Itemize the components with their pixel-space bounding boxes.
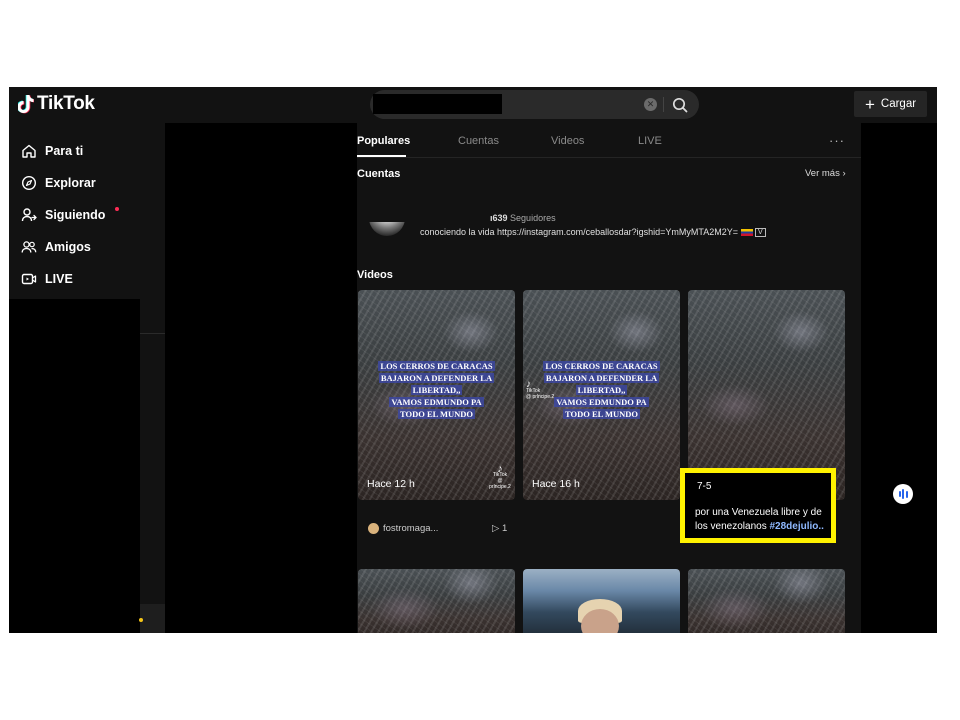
search-icon[interactable] <box>670 95 690 115</box>
accounts-section-title: Cuentas <box>357 168 401 180</box>
video-caption-overlay: LOS CERROS DE CARACAS BAJARON A DEFENDER… <box>372 360 501 420</box>
caption-line: VAMOS EDMUNDO PA <box>554 397 649 407</box>
home-icon <box>22 144 36 158</box>
sidebar-item-live[interactable]: LIVE <box>21 271 73 287</box>
caption-line: LIBERTAD,, <box>575 385 628 395</box>
sidebar-redacted-area <box>9 299 140 633</box>
search-input-redacted[interactable] <box>373 94 502 114</box>
sidebar-divider <box>140 333 165 334</box>
caption-line: BAJARON A DEFENDER LA <box>543 373 660 383</box>
video-card[interactable]: LOS CERROS DE CARACAS BAJARON A DEFENDER… <box>358 290 515 500</box>
avatar <box>368 523 379 534</box>
video-count: 7-5 <box>697 481 712 492</box>
friends-icon <box>21 241 37 253</box>
watermark-user: @ prlncipe.2 <box>526 394 555 400</box>
notification-badge <box>115 207 120 211</box>
videos-section-title: Videos <box>357 269 393 281</box>
clear-icon[interactable]: ✕ <box>644 98 657 111</box>
video-description[interactable]: por una Venezuela libre y de los venezol… <box>695 506 835 534</box>
more-tabs-icon[interactable]: ··· <box>829 133 845 148</box>
caption-line: LIBERTAD,, <box>410 385 463 395</box>
tab-cuentas[interactable]: Cuentas <box>458 135 499 147</box>
sidebar-item-label: LIVE <box>45 272 73 286</box>
video-card[interactable]: LOS CERROS DE CARACAS BAJARON A DEFENDER… <box>523 290 680 500</box>
tiktok-window: TikTok ✕ + Cargar Para ti Explorar Sigui… <box>9 87 937 633</box>
tiktok-watermark: ♪ TikTok @ prlncipe.2 <box>488 464 512 491</box>
caption-line: BAJARON A DEFENDER LA <box>378 373 495 383</box>
search-divider <box>663 97 664 112</box>
video-card[interactable] <box>523 569 680 633</box>
see-more-link[interactable]: Ver más › <box>805 168 846 179</box>
sidebar-item-label: Para ti <box>45 144 84 158</box>
footer-dot <box>139 618 143 622</box>
watermark-user: @ prlncipe.2 <box>489 478 511 490</box>
sidebar-footer <box>140 604 165 633</box>
avatar[interactable] <box>369 222 405 236</box>
video-timestamp: Hace 12 h <box>367 478 415 490</box>
sidebar-item-label: Amigos <box>45 240 91 254</box>
sidebar-item-para-ti[interactable]: Para ti <box>21 143 83 159</box>
video-card[interactable] <box>688 569 845 633</box>
compass-icon <box>21 175 37 191</box>
caption-line: LOS CERROS DE CARACAS <box>543 361 660 371</box>
top-bar: TikTok ✕ + Cargar <box>9 87 937 123</box>
following-icon <box>21 208 37 222</box>
tabs-divider <box>357 157 861 158</box>
brand-name: TikTok <box>37 93 95 114</box>
sidebar-item-explorar[interactable]: Explorar <box>21 175 96 191</box>
caption-line: TODO EL MUNDO <box>397 409 476 419</box>
account-bio[interactable]: conociendo la vida https://instagram.com… <box>420 227 766 238</box>
caption-line: TODO EL MUNDO <box>562 409 641 419</box>
author-username: fostromaga... <box>383 523 439 534</box>
sidebar-item-amigos[interactable]: Amigos <box>21 239 91 255</box>
plus-icon: + <box>864 94 875 114</box>
account-bio-text: conociendo la vida https://instagram.com… <box>420 227 738 237</box>
tiktok-watermark: ♪ TikTok @ prlncipe.2 <box>526 380 555 401</box>
upload-button[interactable]: + Cargar <box>854 91 927 117</box>
tab-videos[interactable]: Videos <box>551 135 584 147</box>
verified-badge: V <box>754 228 766 238</box>
video-timestamp: Hace 16 h <box>532 478 580 490</box>
tiktok-logo[interactable]: TikTok <box>18 93 95 115</box>
audio-wave-icon[interactable] <box>893 484 913 504</box>
video-caption-overlay: LOS CERROS DE CARACAS BAJARON A DEFENDER… <box>537 360 666 420</box>
hashtag-link[interactable]: #28dejulio.. <box>770 521 824 532</box>
caption-line: LOS CERROS DE CARACAS <box>378 361 495 371</box>
followers-count: ı639 <box>490 213 508 223</box>
venezuela-flag-icon <box>740 229 753 237</box>
caption-line: VAMOS EDMUNDO PA <box>389 397 484 407</box>
followers-label: Seguidores <box>510 213 556 223</box>
sidebar-item-label: Explorar <box>45 176 96 190</box>
sidebar-item-label: Siguiendo <box>45 208 106 222</box>
sidebar-item-siguiendo[interactable]: Siguiendo <box>21 207 120 223</box>
tab-populares[interactable]: Populares <box>357 135 410 147</box>
search-bar[interactable]: ✕ <box>370 90 699 119</box>
highlight-annotation[interactable]: 7-5 por una Venezuela libre y de los ven… <box>680 468 836 543</box>
play-count: ▷ 1 <box>492 523 508 534</box>
video-card[interactable] <box>358 569 515 633</box>
tiktok-note-icon <box>18 94 34 113</box>
upload-label: Cargar <box>880 98 917 110</box>
video-author[interactable]: fostromaga... <box>368 523 438 534</box>
search-results: Populares Cuentas Videos LIVE ··· Cuenta… <box>357 123 861 633</box>
tab-live[interactable]: LIVE <box>638 135 662 147</box>
live-icon <box>21 273 37 285</box>
account-followers: ı639 Seguidores <box>490 213 556 223</box>
sidebar: Para ti Explorar Siguiendo Amigos LIVE <box>9 123 165 633</box>
